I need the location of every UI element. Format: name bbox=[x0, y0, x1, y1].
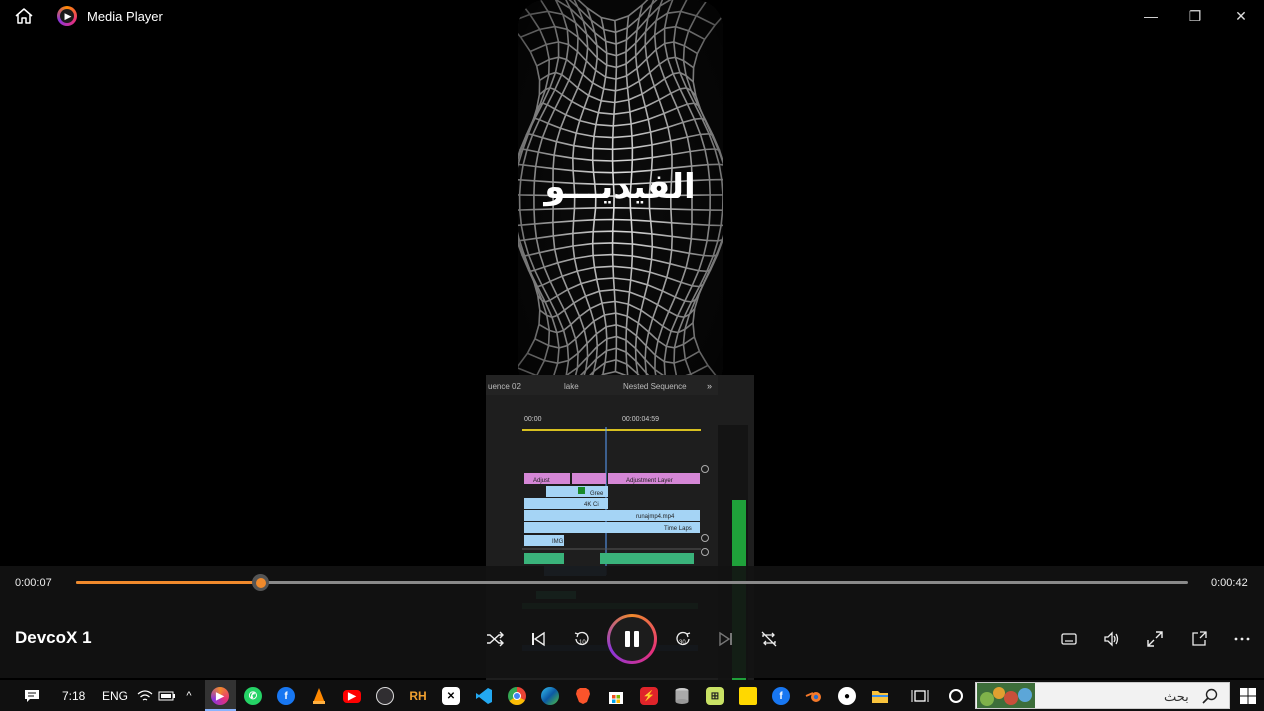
search-icon bbox=[1202, 688, 1218, 704]
clip-label-runaj: runajmp4.mp4 bbox=[636, 514, 675, 520]
fullscreen-icon bbox=[1147, 631, 1163, 647]
taskbar-facebook-icon[interactable]: f bbox=[274, 684, 298, 708]
media-title: DevcoX 1 bbox=[15, 628, 92, 647]
battery-icon[interactable] bbox=[155, 684, 179, 708]
taskbar-chrome-icon[interactable] bbox=[505, 684, 529, 708]
mini-player-button[interactable] bbox=[1184, 626, 1214, 652]
taskbar-facebook-2-icon[interactable]: f bbox=[769, 684, 793, 708]
taskbar-media-player-icon[interactable]: ▶ bbox=[208, 684, 232, 708]
taskbar-vscode-icon[interactable] bbox=[472, 684, 496, 708]
captions-button[interactable] bbox=[1054, 626, 1084, 652]
timecode-start: 00:00 bbox=[524, 416, 542, 423]
taskbar-blender-icon[interactable] bbox=[802, 684, 826, 708]
more-options-button[interactable] bbox=[1227, 626, 1257, 652]
seek-bar-progress bbox=[76, 581, 261, 584]
seek-bar-thumb[interactable] bbox=[252, 574, 270, 591]
clip-label-4k: 4K Ci bbox=[584, 502, 599, 508]
pause-icon bbox=[625, 631, 639, 647]
clip-label-timelaps: Time Laps bbox=[664, 526, 692, 532]
window-title: Media Player bbox=[87, 9, 163, 24]
tray-chevron-icon[interactable]: ^ bbox=[177, 684, 201, 708]
shuffle-icon bbox=[487, 631, 504, 647]
taskbar-brave-icon[interactable] bbox=[571, 684, 595, 708]
skip-next-icon bbox=[719, 631, 732, 647]
search-highlight-illustration-icon bbox=[977, 683, 1035, 708]
taskbar-clock[interactable]: 7:18 bbox=[62, 689, 85, 703]
rewind-seconds: 10 bbox=[579, 640, 586, 646]
previous-button[interactable] bbox=[523, 626, 553, 652]
captions-icon bbox=[1061, 633, 1077, 645]
fullscreen-button[interactable] bbox=[1140, 626, 1170, 652]
repeat-off-icon bbox=[761, 631, 777, 647]
windows-taskbar: 7:18 ENG ^ ▶ ✆ f ▶ RH ✕ ⚡ ⊞ f ● بحث bbox=[0, 680, 1264, 711]
forward-30-icon: 30 bbox=[676, 631, 691, 646]
taskbar-capcut-icon[interactable]: ✕ bbox=[439, 684, 463, 708]
clip-label-adjust: Adjust bbox=[533, 478, 550, 484]
forward-seconds: 30 bbox=[679, 640, 686, 646]
video-frame-phone: الفيديـــو bbox=[518, 0, 723, 393]
restore-button[interactable]: ❐ bbox=[1172, 0, 1218, 32]
media-player-logo-icon: ▶ bbox=[57, 6, 77, 26]
warped-grid-graphic: الفيديـــو bbox=[518, 0, 723, 393]
taskbar-store-icon[interactable] bbox=[604, 684, 628, 708]
minimize-button[interactable]: — bbox=[1128, 0, 1174, 32]
taskbar-flash-app-icon[interactable]: ⚡ bbox=[637, 684, 661, 708]
taskbar-vlc-icon[interactable] bbox=[307, 684, 331, 708]
taskbar-tree-app-icon[interactable]: ⊞ bbox=[703, 684, 727, 708]
cortana-icon[interactable] bbox=[944, 684, 968, 708]
close-button[interactable]: ✕ bbox=[1218, 0, 1264, 32]
video-overlay-text: الفيديـــو bbox=[542, 167, 695, 207]
current-time: 0:00:07 bbox=[15, 577, 52, 589]
rewind-button[interactable]: 10 bbox=[567, 626, 597, 652]
editor-tab-2: lake bbox=[564, 382, 579, 391]
taskbar-sticky-notes-icon[interactable] bbox=[736, 684, 760, 708]
more-options-icon bbox=[1234, 637, 1250, 641]
clip-label-adjustment-layer: Adjustment Layer bbox=[626, 478, 673, 484]
repeat-button[interactable] bbox=[754, 626, 784, 652]
taskbar-edge-icon[interactable] bbox=[538, 684, 562, 708]
volume-button[interactable] bbox=[1097, 626, 1127, 652]
home-icon[interactable] bbox=[14, 7, 34, 25]
timecode-mark: 00:00:04:59 bbox=[622, 416, 659, 423]
taskbar-youtube-icon[interactable]: ▶ bbox=[340, 684, 364, 708]
clip-label-gree: Gree bbox=[590, 491, 604, 497]
taskbar-rh-app-icon[interactable]: RH bbox=[406, 684, 430, 708]
windows-logo-icon bbox=[1240, 688, 1256, 704]
search-placeholder: بحث bbox=[1164, 689, 1189, 704]
editor-tab-3: Nested Sequence bbox=[623, 382, 687, 391]
total-time: 0:00:42 bbox=[1211, 577, 1248, 589]
shuffle-button[interactable] bbox=[480, 626, 510, 652]
media-player-window: ▶ Media Player — ❐ ✕ الفيديـــو uence 02… bbox=[0, 0, 1264, 711]
next-button[interactable] bbox=[711, 626, 741, 652]
language-indicator[interactable]: ENG bbox=[102, 689, 128, 703]
taskbar-file-explorer-icon[interactable] bbox=[868, 684, 892, 708]
wifi-icon[interactable] bbox=[133, 684, 157, 708]
editor-expand: » bbox=[707, 381, 712, 391]
taskbar-github-icon[interactable]: ● bbox=[835, 684, 859, 708]
forward-button[interactable]: 30 bbox=[668, 626, 698, 652]
clip-label-img: IMG bbox=[552, 539, 564, 545]
editor-tab-1: uence 02 bbox=[488, 382, 521, 391]
taskbar-whatsapp-icon[interactable]: ✆ bbox=[241, 684, 265, 708]
rewind-10-icon: 10 bbox=[574, 631, 589, 646]
taskbar-database-icon[interactable] bbox=[670, 684, 694, 708]
taskbar-obs-icon[interactable] bbox=[373, 684, 397, 708]
task-view-icon[interactable] bbox=[908, 684, 932, 708]
start-button[interactable] bbox=[1236, 684, 1260, 708]
volume-icon bbox=[1104, 631, 1119, 647]
mini-player-icon bbox=[1192, 631, 1207, 646]
notification-icon[interactable] bbox=[20, 684, 44, 708]
pause-button[interactable] bbox=[607, 614, 657, 664]
video-area[interactable]: الفيديـــو uence 02 lake Nested Sequence… bbox=[0, 0, 1264, 705]
player-controls: 0:00:07 0:00:42 DevcoX 1 10 30 bbox=[0, 566, 1264, 678]
skip-previous-icon bbox=[532, 631, 545, 647]
seek-bar[interactable] bbox=[76, 574, 1188, 591]
taskbar-search-box[interactable]: بحث bbox=[975, 682, 1230, 709]
